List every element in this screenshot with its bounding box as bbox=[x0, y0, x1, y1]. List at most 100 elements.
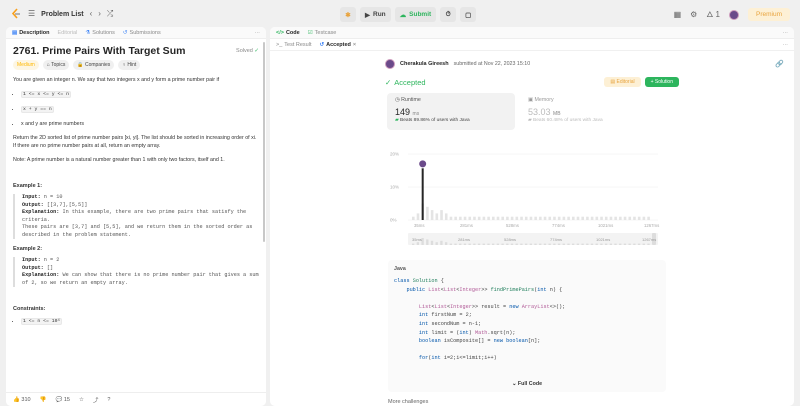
code-icon: </> bbox=[276, 29, 284, 36]
range-bar bbox=[633, 243, 636, 245]
submit-button[interactable]: ☁ Submit bbox=[394, 7, 437, 22]
editorial-button[interactable]: ▤ Editorial bbox=[604, 77, 641, 87]
check-circle-icon: ✓ bbox=[385, 77, 392, 87]
problem-list-link[interactable]: Problem List bbox=[41, 11, 83, 18]
hint-tag[interactable]: ♀ Hint bbox=[118, 60, 141, 70]
chart-bar bbox=[595, 216, 599, 220]
range-bar bbox=[567, 243, 570, 245]
streak-counter[interactable]: 🜂 1 bbox=[706, 10, 720, 19]
avatar[interactable] bbox=[385, 59, 395, 69]
example-2: Input: n = 2 Output: [] Explanation: We … bbox=[13, 257, 259, 287]
comments-button[interactable]: 💬 15 bbox=[55, 397, 70, 403]
tab-submissions[interactable]: ↺ Submissions bbox=[123, 30, 161, 36]
more-icon[interactable]: ··· bbox=[783, 42, 789, 48]
range-bar bbox=[604, 243, 608, 245]
chart-bar bbox=[473, 216, 476, 220]
chart-bar bbox=[581, 216, 584, 220]
tab-solutions[interactable]: ⚗ Solutions bbox=[85, 30, 115, 36]
chart-bar bbox=[492, 216, 495, 220]
full-code-button[interactable]: ⌄ Full Code bbox=[388, 381, 666, 387]
runtime-card[interactable]: ◷ Runtime 149 ms ▰ Beats 89.86% of users… bbox=[387, 93, 515, 130]
range-label: 774ms bbox=[550, 237, 562, 242]
example-2-heading: Example 2: bbox=[13, 246, 43, 252]
lock-icon: 🔒 bbox=[77, 62, 84, 68]
more-icon[interactable]: ··· bbox=[255, 30, 261, 36]
debug-button[interactable]: ✱ bbox=[340, 7, 356, 22]
memory-beats: ▰ Beats 60.48% of users with Java bbox=[528, 118, 603, 123]
stats-cards: ◷ Runtime 149 ms ▰ Beats 89.86% of users… bbox=[270, 93, 794, 130]
checkbox-icon: ☑ bbox=[307, 29, 313, 36]
description-footer: 👍 310 👎 💬 15 ☆ ⤴ ? bbox=[6, 392, 266, 406]
difficulty-badge[interactable]: Medium bbox=[13, 60, 39, 70]
next-problem-icon[interactable]: › bbox=[98, 10, 101, 18]
problem-description: 2761. Prime Pairs With Target Sum Solved… bbox=[6, 39, 266, 340]
tab-description[interactable]: ▤ Description bbox=[12, 30, 49, 36]
run-button[interactable]: ▶ Run bbox=[360, 7, 391, 22]
share-icon[interactable]: ⤴ bbox=[93, 396, 99, 404]
range-bar bbox=[562, 243, 565, 245]
leetcode-logo-icon[interactable] bbox=[10, 8, 22, 20]
range-bar bbox=[454, 243, 457, 245]
runtime-beats: ▰ Beats 89.86% of users with Java bbox=[395, 118, 470, 123]
premium-button[interactable]: Premium bbox=[747, 8, 790, 21]
chart-bar bbox=[454, 216, 457, 220]
tab-accepted[interactable]: ↺ Accepted × bbox=[320, 42, 357, 48]
x-tick-label: 1021ms bbox=[598, 223, 613, 228]
x-tick-label: 35ms bbox=[414, 223, 425, 228]
y-tick-label: 0% bbox=[390, 218, 397, 223]
range-bar bbox=[430, 240, 434, 245]
prev-problem-icon[interactable]: ‹ bbox=[90, 10, 93, 18]
timer-button[interactable]: ⏱ bbox=[440, 7, 457, 22]
range-bar bbox=[628, 243, 631, 245]
result-tabs: >_ Test Result ↺ Accepted × ··· bbox=[270, 39, 794, 51]
shuffle-icon[interactable]: ⤮ bbox=[107, 10, 113, 18]
chart-bar bbox=[623, 216, 627, 220]
avatar[interactable] bbox=[728, 9, 739, 20]
memory-card[interactable]: ▣ Memory 53.03 MB ▰ Beats 60.48% of user… bbox=[520, 93, 648, 130]
chart-bar bbox=[459, 216, 462, 220]
like-button[interactable]: 👍 310 bbox=[13, 397, 31, 403]
username[interactable]: Cherakula Gireesh bbox=[400, 61, 449, 67]
companies-tag[interactable]: 🔒 Companies bbox=[73, 60, 115, 70]
layout-icon[interactable]: ▦ bbox=[674, 10, 682, 19]
tab-test-result[interactable]: >_ Test Result bbox=[276, 42, 312, 48]
more-challenges[interactable]: More challenges bbox=[388, 399, 428, 405]
range-bar bbox=[600, 243, 603, 245]
range-bar bbox=[581, 243, 584, 245]
chart-bar bbox=[586, 216, 589, 220]
range-bar bbox=[614, 243, 617, 245]
notes-button[interactable]: ▢ bbox=[460, 7, 477, 22]
code-block: class Solution { public List<List<Intege… bbox=[394, 278, 566, 362]
range-bar bbox=[637, 243, 641, 245]
solution-button[interactable]: + Solution bbox=[644, 77, 679, 87]
memory-value: 53.03 MB bbox=[528, 107, 561, 117]
more-icon[interactable]: ··· bbox=[783, 30, 789, 36]
code-language: Java bbox=[394, 266, 406, 272]
tab-editorial[interactable]: Editorial bbox=[57, 30, 77, 36]
range-bar bbox=[463, 243, 467, 245]
thumbs-down-icon[interactable]: 👎 bbox=[40, 397, 47, 403]
range-bar bbox=[534, 243, 537, 245]
chart-bar bbox=[435, 213, 439, 220]
link-icon[interactable]: 🔗 bbox=[775, 60, 784, 68]
tab-code[interactable]: </> Code bbox=[276, 30, 300, 36]
range-label: 281ms bbox=[458, 237, 470, 242]
problem-list-icon[interactable]: ☰ bbox=[28, 10, 35, 18]
chart-bar bbox=[572, 216, 575, 220]
solved-badge: Solved ✓ bbox=[236, 48, 259, 54]
description-panel: ▤ Description Editorial ⚗ Solutions ↺ Submi… bbox=[6, 27, 266, 406]
condition-item: x and y are prime numbers bbox=[21, 120, 259, 128]
chart-bar bbox=[647, 216, 650, 220]
range-bar bbox=[412, 243, 415, 245]
topics-tag[interactable]: ⌂ Topics bbox=[42, 60, 70, 70]
help-icon[interactable]: ? bbox=[107, 397, 110, 403]
tab-testcase[interactable]: ☑ Testcase bbox=[308, 30, 337, 36]
description-scrollbar[interactable] bbox=[263, 42, 265, 242]
chart-bar bbox=[524, 216, 528, 220]
star-icon[interactable]: ☆ bbox=[79, 397, 84, 403]
close-icon[interactable]: × bbox=[353, 42, 356, 48]
chart-bar bbox=[600, 216, 603, 220]
submission-header: Cherakula Gireesh submitted at Nov 22, 2… bbox=[270, 59, 794, 69]
settings-icon[interactable]: ⚙ bbox=[690, 10, 697, 19]
chart-bar bbox=[557, 216, 561, 220]
